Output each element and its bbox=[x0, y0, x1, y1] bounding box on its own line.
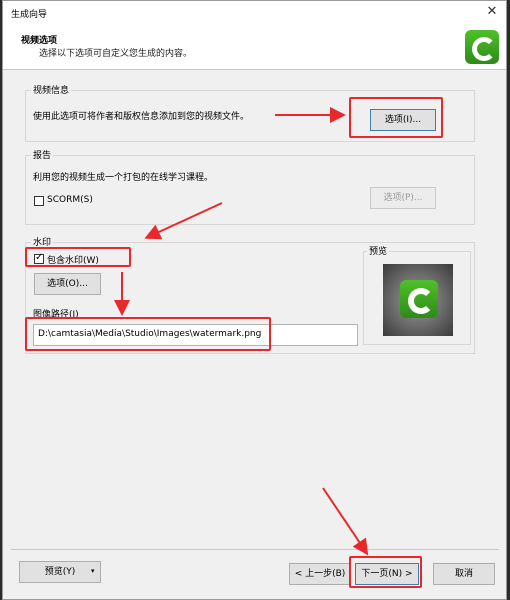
watermark-preview-image bbox=[383, 264, 453, 336]
report-options-button[interactable]: 选项(P)... bbox=[370, 187, 436, 209]
window-title: 生成向导 bbox=[11, 10, 48, 20]
preview-label: 预览 bbox=[367, 244, 390, 257]
camtasia-logo bbox=[465, 30, 499, 64]
video-info-description: 使用此选项可将作者和版权信息添加到您的视频文件。 bbox=[33, 112, 250, 122]
cancel-button[interactable]: 取消 bbox=[433, 563, 495, 585]
video-info-label: 视频信息 bbox=[31, 83, 72, 96]
page-title: 视频选项 bbox=[21, 36, 58, 46]
footer-separator bbox=[11, 549, 499, 550]
annotation-box-video-options bbox=[349, 97, 443, 138]
watermark-options-button[interactable]: 选项(O)... bbox=[34, 273, 101, 295]
production-wizard-dialog: 生成向导 ✕ 视频选项 选择以下选项可自定义您生成的内容。 视频信息 使用此选项… bbox=[2, 0, 507, 600]
title-bar: 生成向导 ✕ bbox=[3, 1, 506, 25]
preview-button[interactable]: 预览(Y) bbox=[19, 561, 101, 583]
page-subtitle: 选择以下选项可自定义您生成的内容。 bbox=[39, 49, 193, 59]
scorm-label[interactable]: SCORM(S) bbox=[47, 195, 93, 205]
chevron-down-icon[interactable]: ▾ bbox=[91, 567, 95, 575]
back-button[interactable]: < 上一步(B) bbox=[289, 563, 351, 585]
annotation-box-next bbox=[349, 556, 422, 588]
report-label: 报告 bbox=[31, 148, 54, 161]
wizard-header: 视频选项 选择以下选项可自定义您生成的内容。 bbox=[3, 25, 506, 70]
report-description: 利用您的视频生成一个打包的在线学习课程。 bbox=[33, 173, 214, 183]
annotation-box-image-path bbox=[25, 317, 271, 351]
scorm-checkbox[interactable] bbox=[34, 196, 44, 206]
close-icon[interactable]: ✕ bbox=[484, 4, 500, 20]
annotation-box-include-watermark bbox=[25, 247, 131, 267]
